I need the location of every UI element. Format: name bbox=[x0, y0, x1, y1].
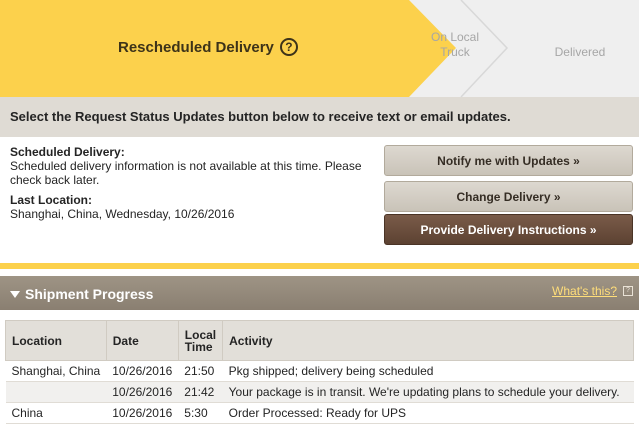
col-location-header: Location bbox=[5, 320, 107, 361]
step-on-local-truck: On Local Truck bbox=[420, 30, 490, 60]
shipment-progress-table: Location Date Local Time Activity Shangh… bbox=[5, 320, 634, 424]
step-rescheduled-delivery-label: Rescheduled Delivery bbox=[118, 38, 274, 56]
whats-this-link[interactable]: What's this? bbox=[552, 284, 617, 298]
help-popup-icon[interactable]: ? bbox=[623, 286, 633, 296]
col-local-time-line1: Local bbox=[184, 327, 217, 342]
scheduled-delivery-text: Scheduled delivery information is not av… bbox=[10, 159, 362, 187]
section-divider bbox=[0, 263, 639, 269]
last-location-text: Shanghai, China, Wednesday, 10/26/2016 bbox=[10, 207, 235, 221]
cell-location: Shanghai, China bbox=[5, 360, 107, 382]
notify-updates-button[interactable]: Notify me with Updates » bbox=[384, 145, 633, 176]
cell-date: 10/26/2016 bbox=[106, 360, 179, 382]
col-local-time-header: Local Time bbox=[177, 320, 224, 361]
table-row: Shanghai, China 10/26/2016 21:50 Pkg shi… bbox=[5, 360, 634, 382]
table-header-row: Location Date Local Time Activity bbox=[5, 320, 634, 361]
shipment-progress-table-wrap: Location Date Local Time Activity Shangh… bbox=[5, 320, 634, 424]
cell-time: 21:42 bbox=[178, 381, 223, 403]
last-location-label: Last Location: bbox=[10, 193, 93, 207]
cell-activity: Your package is in transit. We're updati… bbox=[222, 381, 634, 403]
delivery-progress-stepper: Rescheduled Delivery ? On Local Truck De… bbox=[0, 0, 639, 97]
updates-instruction-text: Select the Request Status Updates button… bbox=[10, 109, 511, 124]
shipment-progress-title: Shipment Progress bbox=[25, 286, 154, 302]
col-activity-header: Activity bbox=[222, 320, 634, 361]
table-row: 10/26/2016 21:42 Your package is in tran… bbox=[5, 381, 634, 403]
col-local-time-line2: Time bbox=[184, 339, 213, 354]
shipment-progress-toggle[interactable]: Shipment Progress bbox=[10, 286, 153, 302]
delivery-info: Scheduled Delivery: Scheduled delivery i… bbox=[10, 145, 375, 227]
change-delivery-button[interactable]: Change Delivery » bbox=[384, 181, 633, 212]
step-on-local-truck-line2: Truck bbox=[440, 45, 470, 59]
delivery-instructions-button[interactable]: Provide Delivery Instructions » bbox=[384, 214, 633, 245]
cell-location: China bbox=[5, 402, 107, 424]
cell-date: 10/26/2016 bbox=[106, 381, 179, 403]
question-circle-icon[interactable]: ? bbox=[279, 38, 298, 56]
updates-instruction-banner: Select the Request Status Updates button… bbox=[0, 97, 639, 137]
step-delivered: Delivered bbox=[554, 45, 606, 59]
shipment-progress-header[interactable]: Shipment Progress What's this? ? bbox=[0, 276, 639, 310]
col-date-header: Date bbox=[105, 320, 179, 361]
step-rescheduled-delivery-label-wrap: Rescheduled Delivery ? bbox=[118, 38, 298, 56]
cell-time: 5:30 bbox=[178, 402, 223, 424]
scheduled-delivery-label: Scheduled Delivery: bbox=[10, 145, 125, 159]
cell-time: 21:50 bbox=[178, 360, 223, 382]
table-row: China 10/26/2016 5:30 Order Processed: R… bbox=[5, 402, 634, 424]
cell-location bbox=[5, 381, 107, 403]
cell-activity: Pkg shipped; delivery being scheduled bbox=[222, 360, 634, 382]
triangle-down-icon bbox=[10, 290, 20, 298]
cell-activity: Order Processed: Ready for UPS bbox=[222, 402, 634, 424]
step-on-local-truck-line1: On Local bbox=[430, 30, 480, 44]
cell-date: 10/26/2016 bbox=[106, 402, 179, 424]
